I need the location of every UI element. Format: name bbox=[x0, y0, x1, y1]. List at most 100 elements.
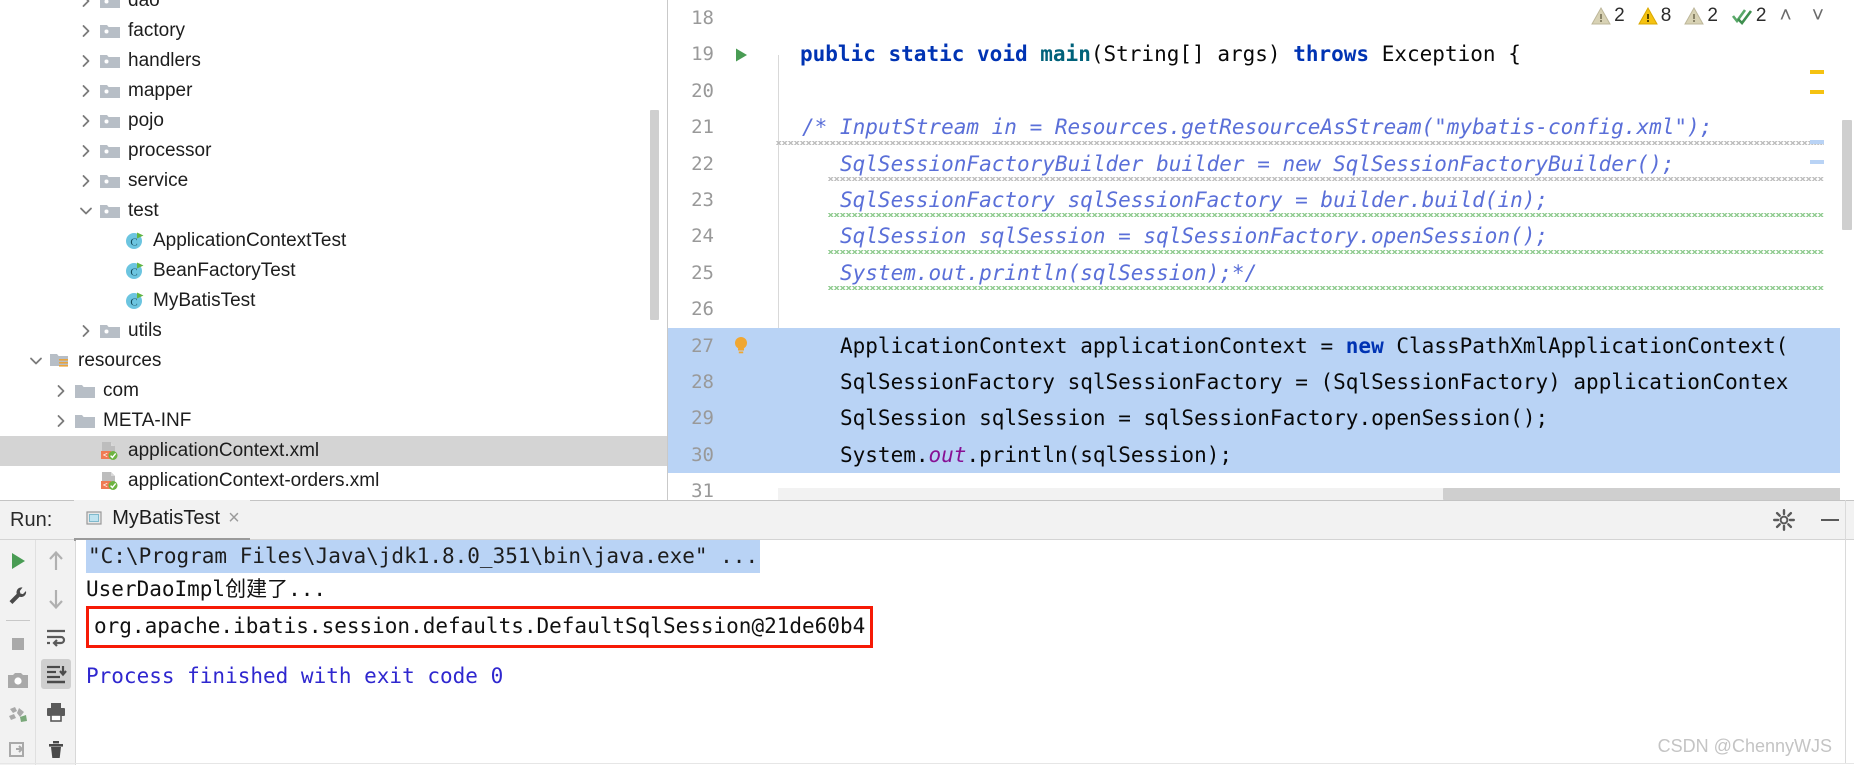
code-line-19[interactable]: 19 public static void main(String[] args)… bbox=[668, 36, 1854, 72]
tree-toggle-arrow[interactable] bbox=[75, 46, 97, 76]
tree-item-test[interactable]: test bbox=[0, 196, 667, 226]
arrow-down-icon[interactable] bbox=[41, 584, 71, 614]
tree-item-applicationcontexttest[interactable]: C ApplicationContextTest bbox=[0, 226, 667, 256]
tree-item-label: utils bbox=[128, 320, 162, 341]
inspection-next-icon[interactable]: ˅ bbox=[1812, 4, 1824, 28]
tree-toggle-arrow[interactable] bbox=[75, 76, 97, 106]
java-class-runnable-icon: C bbox=[122, 286, 148, 316]
tree-toggle-arrow[interactable] bbox=[75, 16, 97, 46]
warning-weak-icon bbox=[1684, 7, 1705, 25]
package-folder-icon bbox=[97, 136, 123, 166]
tree-item-pojo[interactable]: pojo bbox=[0, 106, 667, 136]
line-number: 29 bbox=[691, 407, 714, 430]
tree-toggle-arrow[interactable] bbox=[75, 0, 97, 16]
tree-item-handlers[interactable]: handlers bbox=[0, 46, 667, 76]
inspection-prev-icon[interactable]: ˄ bbox=[1779, 4, 1791, 28]
print-icon[interactable] bbox=[41, 697, 71, 727]
editor-vscroll-track[interactable] bbox=[1840, 0, 1854, 500]
tree-toggle-arrow[interactable] bbox=[50, 376, 72, 406]
editor-hscroll-thumb[interactable] bbox=[1443, 488, 1854, 500]
tree-item-resources[interactable]: resources bbox=[0, 346, 667, 376]
console-highlighted-line: org.apache.ibatis.session.defaults.Defau… bbox=[86, 606, 1854, 648]
tree-no-arrow bbox=[100, 226, 122, 256]
wrench-settings-icon[interactable] bbox=[3, 581, 33, 610]
tree-item-processor[interactable]: processor bbox=[0, 136, 667, 166]
code-line-22[interactable]: 22 SqlSessionFactoryBuilder builder = new… bbox=[668, 146, 1854, 182]
tree-item-service[interactable]: service bbox=[0, 166, 667, 196]
line-number: 21 bbox=[691, 116, 714, 139]
tree-toggle-arrow[interactable] bbox=[75, 316, 97, 346]
tree-toggle-arrow[interactable] bbox=[75, 196, 97, 226]
package-folder-icon bbox=[100, 325, 120, 338]
console-output[interactable]: "C:\Program Files\Java\jdk1.8.0_351\bin\… bbox=[76, 540, 1854, 765]
marker-info[interactable] bbox=[1810, 160, 1824, 164]
scroll-to-end-icon[interactable] bbox=[40, 659, 71, 690]
java-class-runnable-icon: C bbox=[126, 232, 144, 249]
code-line-26[interactable]: 26 bbox=[668, 291, 1854, 327]
camera-snapshot-icon[interactable] bbox=[3, 665, 33, 694]
tree-item-dao[interactable]: dao bbox=[0, 0, 667, 16]
code-line-25[interactable]: 25 System.out.println(sqlSession);*/ bbox=[668, 255, 1854, 291]
arrow-up-icon[interactable] bbox=[41, 546, 71, 576]
run-gutter-icon[interactable] bbox=[720, 46, 762, 64]
inspection-badges[interactable]: 2 8 2 2 ˄ ˅ bbox=[1591, 0, 1824, 32]
code-line-24[interactable]: 24 SqlSession sqlSession = sqlSessionFact… bbox=[668, 218, 1854, 254]
badge-check-4[interactable]: 2 bbox=[1731, 5, 1766, 27]
tree-item-label: service bbox=[128, 170, 189, 191]
folder-icon bbox=[75, 385, 95, 398]
tree-item-utils[interactable]: utils bbox=[0, 316, 667, 346]
tree-toggle-arrow[interactable] bbox=[75, 166, 97, 196]
tree-item-com[interactable]: com bbox=[0, 376, 667, 406]
tree-item-mapper[interactable]: mapper bbox=[0, 76, 667, 106]
badge-warning-2[interactable]: 8 bbox=[1637, 5, 1671, 27]
tree-toggle-arrow[interactable] bbox=[75, 106, 97, 136]
stop-icon[interactable] bbox=[3, 630, 33, 659]
code-line-23[interactable]: 23 SqlSessionFactory sqlSessionFactory = … bbox=[668, 182, 1854, 218]
run-header: Run: MyBatisTest × bbox=[0, 499, 1854, 541]
tree-item-beanfactorytest[interactable]: C BeanFactoryTest bbox=[0, 256, 667, 286]
tree-item-applicationcontext-xml[interactable]: < applicationContext.xml bbox=[0, 436, 667, 466]
badge-warning-weak-1[interactable]: 2 bbox=[1591, 5, 1625, 27]
code-line-27[interactable]: 27 ApplicationContext applicationContext … bbox=[668, 327, 1854, 364]
marker-warning[interactable] bbox=[1810, 70, 1824, 74]
marker-warning[interactable] bbox=[1810, 90, 1824, 94]
close-icon[interactable]: × bbox=[228, 507, 240, 530]
code-text: public static void main(String[] args) t… bbox=[800, 42, 1521, 67]
code-line-21[interactable]: 21/* InputStream in = Resources.getResou… bbox=[668, 109, 1854, 145]
trash-icon[interactable] bbox=[41, 735, 71, 765]
marker-info[interactable] bbox=[1810, 140, 1824, 144]
tree-toggle-arrow[interactable] bbox=[25, 346, 47, 376]
editor-vscroll-thumb[interactable] bbox=[1842, 120, 1852, 230]
code-line-30[interactable]: 30 System.out.println(sqlSession); bbox=[668, 436, 1854, 474]
tree-item-applicationcontext-orders-xml[interactable]: < applicationContext-orders.xml bbox=[0, 466, 667, 496]
tree-item-label: MyBatisTest bbox=[153, 290, 256, 311]
project-tree-pane[interactable]: dao factory handlers mapper pojo processor ser… bbox=[0, 0, 667, 500]
tree-item-factory[interactable]: factory bbox=[0, 16, 667, 46]
code-line-29[interactable]: 29 SqlSession sqlSession = sqlSessionFact… bbox=[668, 400, 1854, 437]
tree-toggle-arrow[interactable] bbox=[50, 406, 72, 436]
tree-item-label: dao bbox=[128, 0, 160, 11]
run-header-actions bbox=[1772, 501, 1842, 539]
project-tree-scrollbar[interactable] bbox=[650, 110, 659, 320]
code-line-28[interactable]: 28 SqlSessionFactory sqlSessionFactory = … bbox=[668, 363, 1854, 401]
console-highlighted-text: org.apache.ibatis.session.defaults.Defau… bbox=[86, 606, 874, 648]
tree-toggle-arrow[interactable] bbox=[75, 136, 97, 166]
badge-warning-weak-3[interactable]: 2 bbox=[1684, 5, 1718, 27]
restore-layout-icon[interactable] bbox=[3, 736, 33, 765]
tree-item-meta-inf[interactable]: META-INF bbox=[0, 406, 667, 436]
code-line-20[interactable]: 20 bbox=[668, 73, 1854, 109]
thread-dump-icon[interactable] bbox=[3, 700, 33, 729]
line-number: 18 bbox=[691, 7, 714, 29]
tree-item-mybatistest[interactable]: C MyBatisTest bbox=[0, 286, 667, 316]
code-editor-pane[interactable]: 18 19 public static void main(String[] arg… bbox=[667, 0, 1854, 500]
minimize-icon[interactable] bbox=[1818, 508, 1842, 532]
soft-wrap-icon[interactable] bbox=[41, 622, 71, 652]
run-tab-mybatistest[interactable]: MyBatisTest × bbox=[74, 499, 250, 541]
lightbulb-icon[interactable] bbox=[720, 335, 762, 357]
gear-icon[interactable] bbox=[1772, 508, 1796, 532]
console-command-text: "C:\Program Files\Java\jdk1.8.0_351\bin\… bbox=[86, 540, 761, 573]
code-squiggle bbox=[828, 249, 1824, 254]
tree-no-arrow bbox=[75, 436, 97, 466]
rerun-play-icon[interactable] bbox=[3, 546, 33, 575]
tree-item-label: mapper bbox=[128, 80, 193, 101]
